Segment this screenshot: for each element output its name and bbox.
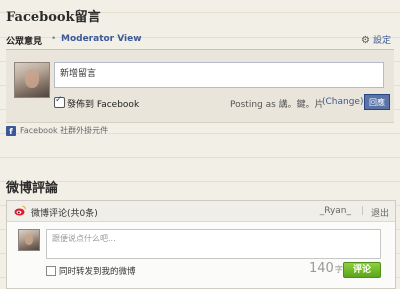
weibo-username-link[interactable]: _Ryan_ — [320, 206, 351, 216]
settings-label: 設定 — [372, 36, 391, 46]
tab-moderator-view[interactable]: Moderator View — [61, 34, 142, 44]
change-account-link[interactable]: (Change) — [322, 97, 363, 107]
weibo-section-title: 微博評論 — [6, 181, 59, 196]
weibo-submit-button[interactable]: 评论 — [343, 262, 381, 278]
tab-public-opinion[interactable]: 公眾意見 — [6, 34, 42, 47]
weibo-logout-link[interactable]: 退出 — [371, 206, 389, 219]
gear-icon: ⚙ — [361, 35, 370, 46]
weibo-comments-header: 微博评论(共0条) _Ryan_ | 退出 — [7, 201, 395, 222]
post-to-facebook-label: 發佈到 Facebook — [67, 100, 140, 110]
facebook-plugin-link[interactable]: f Facebook 社群外掛元件 — [6, 125, 108, 136]
tab-separator: • — [51, 34, 57, 44]
post-options-row: 發佈到 Facebook Posting as 講。鍵。片 (Change) 回… — [54, 94, 390, 112]
weibo-comment-textarea[interactable]: 跟便说点什么吧... — [46, 229, 381, 259]
post-to-facebook-checkbox[interactable] — [54, 95, 65, 108]
character-count-value: 140 — [309, 261, 334, 276]
repost-to-weibo-label: 同时转发到我的微博 — [59, 267, 136, 277]
facebook-comments-box: 公眾意見 • Moderator View ⚙設定 新增留言 發佈到 Faceb… — [6, 28, 394, 123]
posting-as-label: Posting as 講。鍵。片 — [230, 100, 324, 110]
comment-input[interactable]: 新增留言 — [54, 62, 384, 88]
comment-submit-button[interactable]: 回應 — [364, 94, 390, 110]
character-count: 140字 — [309, 261, 343, 276]
weibo-comments-box: 微博评论(共0条) _Ryan_ | 退出 跟便说点什么吧... 同时转发到我的… — [6, 200, 396, 289]
avatar — [14, 62, 50, 98]
avatar — [18, 229, 40, 251]
weibo-logo-icon — [14, 205, 26, 216]
repost-to-weibo-checkbox[interactable] — [46, 266, 56, 276]
weibo-header-title: 微博评论(共0条) — [31, 209, 98, 219]
character-count-unit: 字 — [334, 265, 343, 274]
weibo-header-separator: | — [360, 206, 364, 216]
facebook-comments-header: 公眾意見 • Moderator View ⚙ 設定 — [6, 28, 394, 50]
settings-link[interactable]: ⚙ 設定 — [361, 33, 391, 46]
facebook-compose-area: 新增留言 發佈到 Facebook Posting as 講。鍵。片 (Chan… — [6, 50, 394, 123]
facebook-logo-icon: f — [6, 126, 16, 136]
facebook-section-title: Facebook留言 — [6, 10, 101, 25]
facebook-plugin-label: Facebook 社群外掛元件 — [20, 126, 109, 135]
